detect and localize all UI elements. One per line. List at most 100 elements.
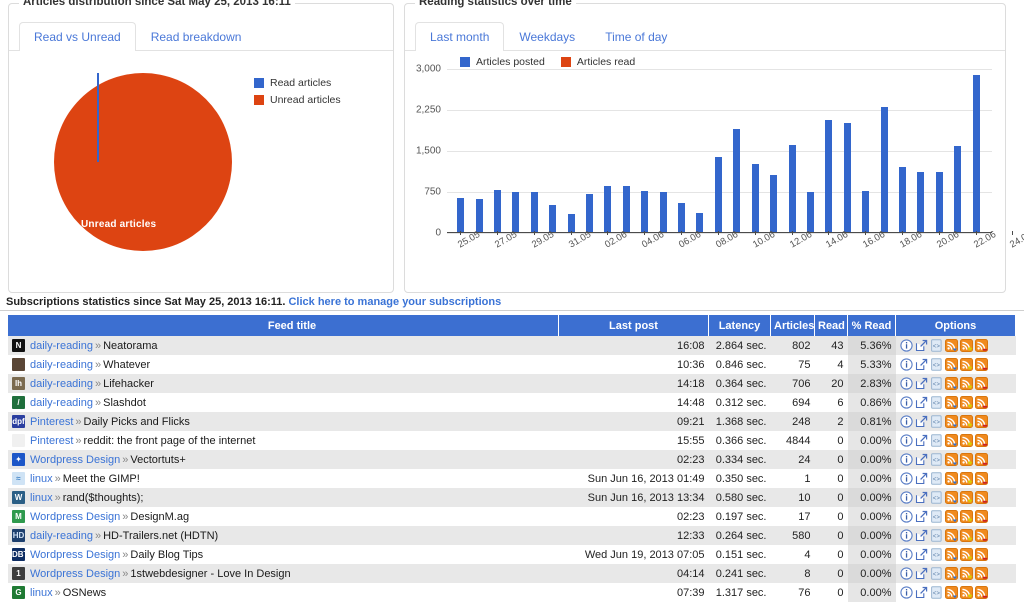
options-cell[interactable]: <> bbox=[895, 564, 1016, 583]
manage-subscriptions-link[interactable]: Click here to manage your subscriptions bbox=[288, 296, 501, 308]
open-external-icon[interactable] bbox=[915, 415, 928, 428]
rss-subscribe-icon[interactable] bbox=[944, 490, 958, 504]
options-cell[interactable]: <> bbox=[895, 374, 1016, 393]
view-source-icon[interactable]: <> bbox=[930, 585, 943, 599]
view-source-icon[interactable]: <> bbox=[930, 490, 943, 504]
feed-title-cell[interactable]: Wordpress Design» Vectortuts+ bbox=[26, 450, 559, 469]
rss-star-icon[interactable] bbox=[959, 547, 973, 561]
feed-name[interactable]: Meet the GIMP! bbox=[63, 473, 140, 485]
table-row[interactable]: ✦ Wordpress Design» Vectortuts+ 02:23 0.334 … bbox=[8, 450, 1016, 469]
table-row[interactable]: daily-reading» Whatever 10:36 0.846 sec. 75 4… bbox=[8, 355, 1016, 374]
feed-category[interactable]: linux bbox=[30, 492, 53, 504]
rss-remove-icon[interactable] bbox=[974, 395, 988, 409]
open-external-icon[interactable] bbox=[915, 339, 928, 352]
rss-remove-icon[interactable] bbox=[974, 547, 988, 561]
options-cell[interactable]: <> bbox=[895, 412, 1016, 431]
open-external-icon[interactable] bbox=[915, 472, 928, 485]
open-external-icon[interactable] bbox=[915, 453, 928, 466]
feed-title-cell[interactable]: linux» Meet the GIMP! bbox=[26, 469, 559, 488]
open-external-icon[interactable] bbox=[915, 510, 928, 523]
rss-remove-icon[interactable] bbox=[974, 376, 988, 390]
feed-title-cell[interactable]: Pinterest» Daily Picks and Flicks bbox=[26, 412, 559, 431]
options-cell[interactable]: <> bbox=[895, 336, 1016, 355]
feed-category[interactable]: daily-reading bbox=[30, 378, 93, 390]
feed-category[interactable]: linux bbox=[30, 473, 53, 485]
feed-category[interactable]: Wordpress Design bbox=[30, 454, 120, 466]
open-external-icon[interactable] bbox=[915, 586, 928, 599]
rss-subscribe-icon[interactable] bbox=[944, 357, 958, 371]
options-cell[interactable]: <> bbox=[895, 545, 1016, 564]
column-header-options[interactable]: Options bbox=[895, 315, 1016, 336]
rss-remove-icon[interactable] bbox=[974, 414, 988, 428]
feed-title-cell[interactable]: linux» OSNews bbox=[26, 583, 559, 602]
open-external-icon[interactable] bbox=[915, 396, 928, 409]
open-external-icon[interactable] bbox=[915, 358, 928, 371]
rss-remove-icon[interactable] bbox=[974, 490, 988, 504]
info-icon[interactable] bbox=[899, 547, 913, 561]
feed-title-cell[interactable]: daily-reading» HD-Trailers.net (HDTN) bbox=[26, 526, 559, 545]
rss-subscribe-icon[interactable] bbox=[944, 433, 958, 447]
feed-category[interactable]: Wordpress Design bbox=[30, 549, 120, 561]
rss-remove-icon[interactable] bbox=[974, 509, 988, 523]
view-source-icon[interactable]: <> bbox=[930, 566, 943, 580]
open-external-icon[interactable] bbox=[915, 491, 928, 504]
options-cell[interactable]: <> bbox=[895, 355, 1016, 374]
feed-category[interactable]: Wordpress Design bbox=[30, 511, 120, 523]
tab-time-of-day[interactable]: Time of day bbox=[590, 22, 682, 51]
view-source-icon[interactable]: <> bbox=[930, 338, 943, 352]
feed-title-cell[interactable]: Wordpress Design» DesignM.ag bbox=[26, 507, 559, 526]
feed-category[interactable]: Wordpress Design bbox=[30, 568, 120, 580]
feed-category[interactable]: linux bbox=[30, 587, 53, 599]
feed-name[interactable]: Whatever bbox=[103, 359, 150, 371]
info-icon[interactable] bbox=[899, 509, 913, 523]
tab-read-breakdown[interactable]: Read breakdown bbox=[136, 22, 257, 51]
rss-star-icon[interactable] bbox=[959, 490, 973, 504]
open-external-icon[interactable] bbox=[915, 548, 928, 561]
column-header-last-post[interactable]: Last post bbox=[558, 315, 709, 336]
feed-title-cell[interactable]: daily-reading» Lifehacker bbox=[26, 374, 559, 393]
view-source-icon[interactable]: <> bbox=[930, 395, 943, 409]
feed-name[interactable]: DesignM.ag bbox=[130, 511, 189, 523]
feed-category[interactable]: daily-reading bbox=[30, 397, 93, 409]
info-icon[interactable] bbox=[899, 585, 913, 599]
column-header-articles[interactable]: Articles bbox=[770, 315, 815, 336]
rss-subscribe-icon[interactable] bbox=[944, 414, 958, 428]
rss-star-icon[interactable] bbox=[959, 452, 973, 466]
options-cell[interactable]: <> bbox=[895, 450, 1016, 469]
rss-star-icon[interactable] bbox=[959, 357, 973, 371]
feed-name[interactable]: Daily Blog Tips bbox=[130, 549, 203, 561]
feed-name[interactable]: Daily Picks and Flicks bbox=[84, 416, 190, 428]
open-external-icon[interactable] bbox=[915, 529, 928, 542]
rss-star-icon[interactable] bbox=[959, 509, 973, 523]
table-row[interactable]: dpf Pinterest» Daily Picks and Flicks 09:21… bbox=[8, 412, 1016, 431]
table-row[interactable]: Wlinux» rand($thoughts); Sun Jun 16, 2013 … bbox=[8, 488, 1016, 507]
info-icon[interactable] bbox=[899, 357, 913, 371]
options-cell[interactable]: <> bbox=[895, 488, 1016, 507]
view-source-icon[interactable]: <> bbox=[930, 509, 943, 523]
feed-title-cell[interactable]: linux» rand($thoughts); bbox=[26, 488, 559, 507]
info-icon[interactable] bbox=[899, 452, 913, 466]
table-row[interactable]: DBTWordpress Design»Daily Blog TipsWed J… bbox=[8, 545, 1016, 564]
column-header-read[interactable]: Read bbox=[814, 315, 848, 336]
view-source-icon[interactable]: <> bbox=[930, 414, 943, 428]
info-icon[interactable] bbox=[899, 490, 913, 504]
rss-remove-icon[interactable] bbox=[974, 452, 988, 466]
rss-star-icon[interactable] bbox=[959, 585, 973, 599]
table-row[interactable]: ≈ linux» Meet the GIMP! Sun Jun 16, 2013 01… bbox=[8, 469, 1016, 488]
table-row[interactable]: / daily-reading» Slashdot 14:48 0.312 sec. 69… bbox=[8, 393, 1016, 412]
view-source-icon[interactable]: <> bbox=[930, 471, 943, 485]
view-source-icon[interactable]: <> bbox=[930, 452, 943, 466]
table-row[interactable]: Glinux» OSNews 07:39 1.317 sec. 76 0 0.00% <> bbox=[8, 583, 1016, 602]
table-row[interactable]: 1 Wordpress Design» 1stwebdesigner - Love … bbox=[8, 564, 1016, 583]
rss-subscribe-icon[interactable] bbox=[944, 471, 958, 485]
table-row[interactable]: Ndaily-reading» Neatorama 16:08 2.864 sec. 8… bbox=[8, 336, 1016, 355]
rss-remove-icon[interactable] bbox=[974, 566, 988, 580]
rss-remove-icon[interactable] bbox=[974, 528, 988, 542]
info-icon[interactable] bbox=[899, 528, 913, 542]
feed-category[interactable]: daily-reading bbox=[30, 340, 93, 352]
options-cell[interactable]: <> bbox=[895, 583, 1016, 602]
feed-category[interactable]: Pinterest bbox=[30, 416, 73, 428]
table-row[interactable]: Pinterest» reddit: the front page of the … bbox=[8, 431, 1016, 450]
open-external-icon[interactable] bbox=[915, 567, 928, 580]
tab-read-vs-unread[interactable]: Read vs Unread bbox=[19, 22, 136, 51]
